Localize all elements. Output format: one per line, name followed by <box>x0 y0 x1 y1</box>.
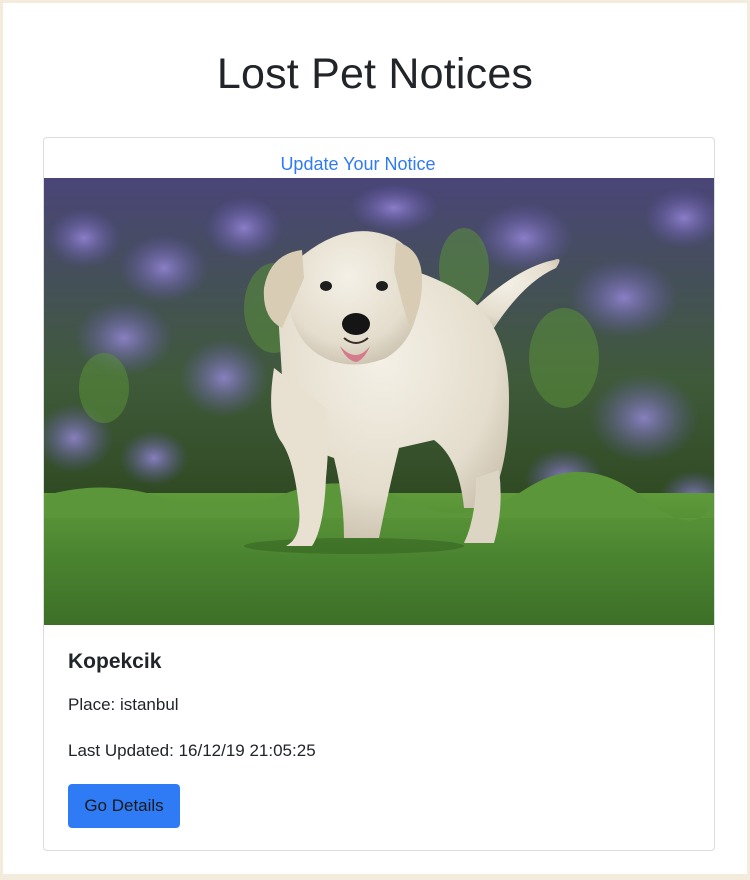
last-updated: Last Updated: 16/12/19 21:05:25 <box>68 741 316 760</box>
go-details-button[interactable]: Go Details <box>68 784 180 828</box>
notice-card: Update Your Notice Kopekcik Place: istan… <box>43 137 715 851</box>
pet-photo <box>44 178 714 625</box>
update-notice-link[interactable]: Update Your Notice <box>44 153 672 175</box>
pet-place: Place: istanbul <box>68 695 179 714</box>
page-title: Lost Pet Notices <box>216 50 534 98</box>
pet-name: Kopekcik <box>68 650 162 673</box>
